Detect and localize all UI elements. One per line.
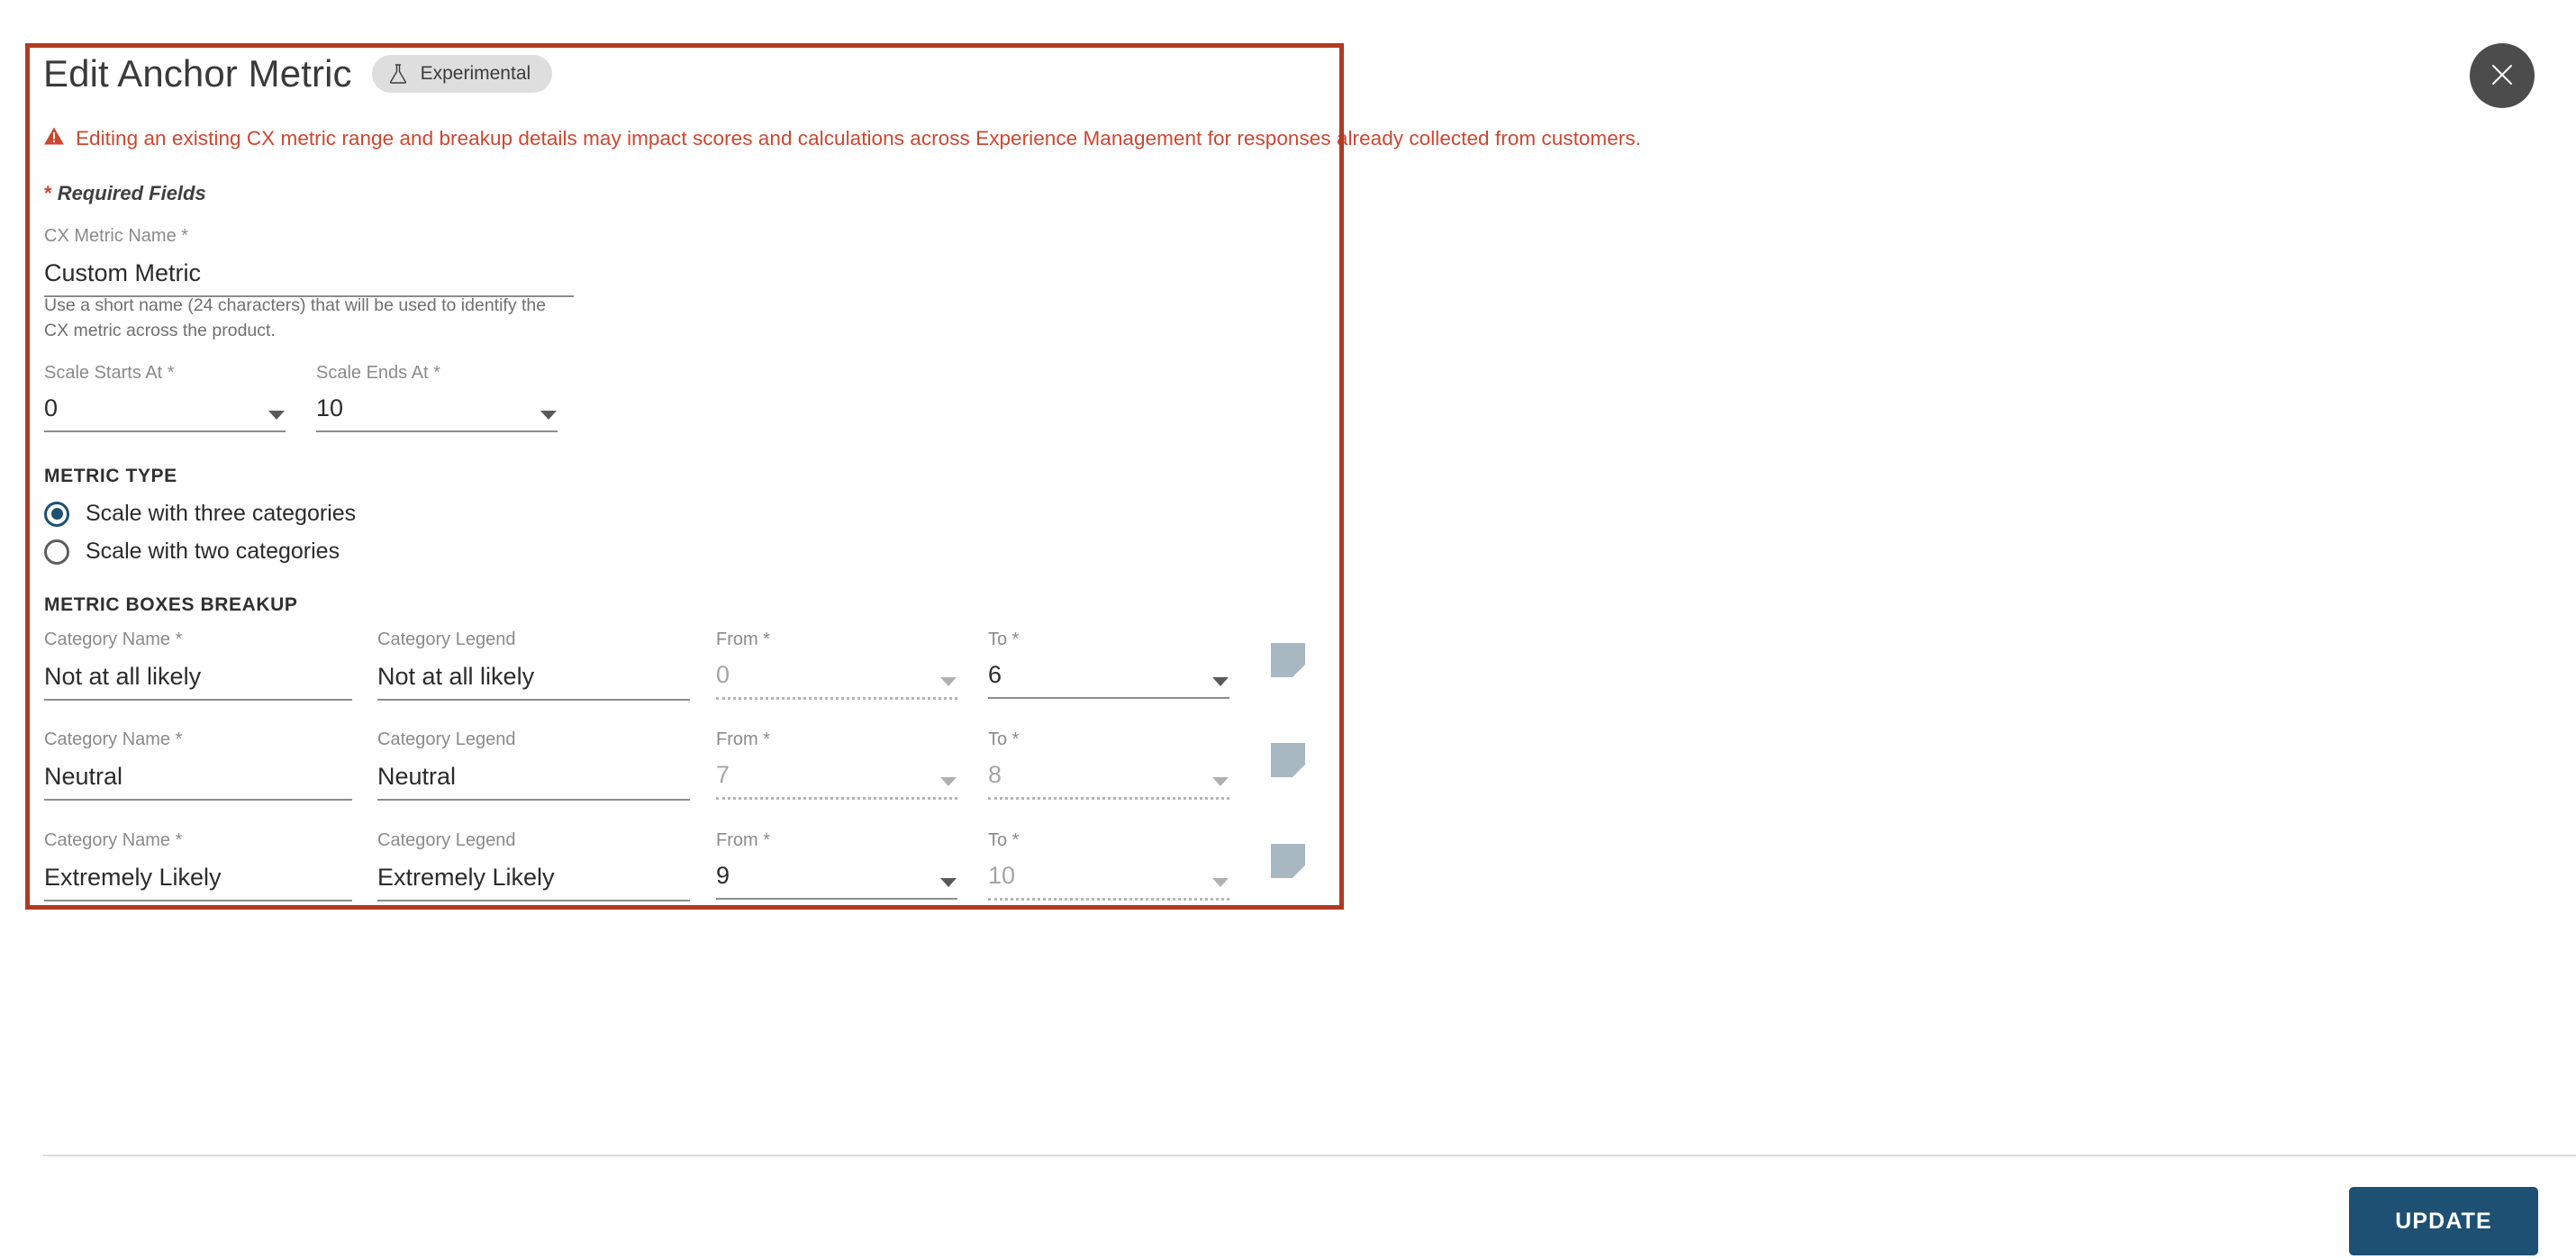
radio-selected-icon xyxy=(44,501,69,527)
scale-ends-at-label: Scale Ends At * xyxy=(316,363,440,383)
category-color-swatch[interactable] xyxy=(1271,743,1305,777)
category-color-swatch[interactable] xyxy=(1271,643,1305,677)
chevron-down-icon[interactable] xyxy=(268,410,286,421)
scale-starts-at-select[interactable]: Scale Starts At * 0 xyxy=(44,364,286,432)
update-button[interactable]: UPDATE xyxy=(2349,1187,2538,1255)
warning-banner: Editing an existing CX metric range and … xyxy=(43,126,1641,150)
chevron-down-icon xyxy=(1211,877,1229,888)
range-to-label: To * xyxy=(988,630,1020,649)
close-button[interactable] xyxy=(2470,43,2535,108)
category-name-input[interactable]: Extremely Likely xyxy=(44,865,222,890)
range-from-select: From * 7 xyxy=(716,730,957,800)
cx-metric-name-field[interactable]: CX Metric Name * Custom Metric xyxy=(44,227,574,297)
category-name-label: Category Name * xyxy=(44,729,183,749)
scale-starts-at-label: Scale Starts At * xyxy=(44,363,175,383)
category-name-field[interactable]: Category Name * Extremely Likely xyxy=(44,831,352,901)
radio-three-label: Scale with three categories xyxy=(86,501,357,526)
required-fields-label: Required Fields xyxy=(57,182,206,204)
footer-divider xyxy=(43,1155,2576,1156)
required-fields-note: * Required Fields xyxy=(44,182,206,205)
table-row: Category Name * Neutral Category Legend … xyxy=(0,730,2576,831)
range-to-select: To * 10 xyxy=(988,831,1229,901)
scale-starts-at-value: 0 xyxy=(44,394,59,421)
cx-metric-name-help-text: Use a short name (24 characters) that wi… xyxy=(44,295,547,341)
category-name-label: Category Name * xyxy=(44,830,183,850)
range-to-label: To * xyxy=(988,830,1020,850)
range-from-label: From * xyxy=(716,630,770,649)
warning-triangle-icon xyxy=(43,126,65,150)
flask-icon xyxy=(388,63,408,85)
chevron-down-icon xyxy=(939,676,957,687)
chevron-down-icon[interactable] xyxy=(939,877,957,888)
range-to-select[interactable]: To * 6 xyxy=(988,630,1229,699)
category-legend-field[interactable]: Category Legend Neutral xyxy=(377,730,690,801)
category-legend-input[interactable]: Extremely Likely xyxy=(377,865,555,890)
range-from-select[interactable]: From * 9 xyxy=(716,831,957,900)
required-asterisk: * xyxy=(44,182,52,204)
radio-unselected-icon xyxy=(44,539,69,565)
experimental-badge: Experimental xyxy=(371,55,553,93)
radio-scale-two-categories[interactable]: Scale with two categories xyxy=(44,539,340,565)
table-row: Category Name * Not at all likely Catego… xyxy=(0,630,2576,731)
table-row: Category Name * Extremely Likely Categor… xyxy=(0,831,2576,932)
category-name-input[interactable]: Not at all likely xyxy=(44,665,201,689)
category-name-input[interactable]: Neutral xyxy=(44,765,122,789)
edit-anchor-metric-dialog: Edit Anchor Metric Experimental Editing … xyxy=(0,0,2576,1259)
range-to-select: To * 8 xyxy=(988,730,1229,800)
dialog-header: Edit Anchor Metric Experimental xyxy=(43,52,553,95)
category-legend-input[interactable]: Not at all likely xyxy=(377,665,534,689)
experimental-badge-label: Experimental xyxy=(420,63,531,84)
close-icon xyxy=(2487,59,2517,93)
range-from-value: 0 xyxy=(716,661,730,688)
range-from-value: 7 xyxy=(716,761,730,788)
warning-text: Editing an existing CX metric range and … xyxy=(76,126,1641,149)
category-name-field[interactable]: Category Name * Not at all likely xyxy=(44,630,352,701)
range-from-label: From * xyxy=(716,830,770,850)
category-legend-label: Category Legend xyxy=(377,630,516,649)
category-legend-label: Category Legend xyxy=(377,830,516,850)
chevron-down-icon xyxy=(939,776,957,787)
metric-type-heading: METRIC TYPE xyxy=(44,466,177,486)
range-from-value: 9 xyxy=(716,862,730,889)
cx-metric-name-input[interactable]: Custom Metric xyxy=(44,261,201,285)
chevron-down-icon[interactable] xyxy=(1211,676,1229,687)
category-legend-field[interactable]: Category Legend Extremely Likely xyxy=(377,831,690,901)
metric-boxes-breakup-heading: METRIC BOXES BREAKUP xyxy=(44,594,298,615)
range-from-select: From * 0 xyxy=(716,630,957,700)
range-to-label: To * xyxy=(988,729,1020,749)
category-name-label: Category Name * xyxy=(44,630,183,649)
range-to-value: 8 xyxy=(988,761,1002,788)
scale-ends-at-value: 10 xyxy=(316,394,344,421)
category-legend-input[interactable]: Neutral xyxy=(377,765,456,789)
category-name-field[interactable]: Category Name * Neutral xyxy=(44,730,352,801)
range-from-label: From * xyxy=(716,729,770,749)
range-to-value: 10 xyxy=(988,862,1016,889)
cx-metric-name-label: CX Metric Name * xyxy=(44,226,189,246)
chevron-down-icon[interactable] xyxy=(540,410,558,421)
category-color-swatch[interactable] xyxy=(1271,844,1305,878)
chevron-down-icon xyxy=(1211,776,1229,787)
scale-ends-at-select[interactable]: Scale Ends At * 10 xyxy=(316,364,558,432)
radio-two-label: Scale with two categories xyxy=(86,539,340,564)
page-title: Edit Anchor Metric xyxy=(43,52,352,95)
category-legend-label: Category Legend xyxy=(377,729,516,749)
radio-scale-three-categories[interactable]: Scale with three categories xyxy=(44,501,356,527)
range-to-value: 6 xyxy=(988,661,1002,688)
category-legend-field[interactable]: Category Legend Not at all likely xyxy=(377,630,690,701)
